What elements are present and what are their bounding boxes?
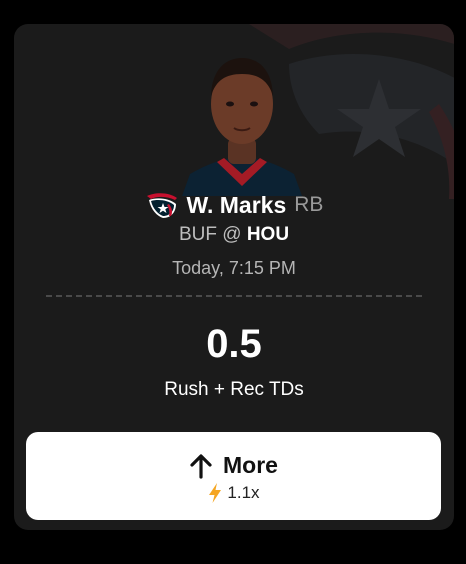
lightning-bolt-icon bbox=[209, 483, 222, 503]
multiplier-row: 1.1x bbox=[26, 482, 441, 504]
player-name: W. Marks bbox=[186, 191, 287, 218]
projection-line: 0.5 bbox=[206, 322, 262, 366]
player-headshot bbox=[182, 58, 302, 196]
away-team: BUF bbox=[178, 224, 217, 245]
stat-type: Rush + Rec TDs bbox=[164, 379, 304, 400]
matchup-separator: @ bbox=[222, 224, 242, 245]
player-info-row: W. Marks RB bbox=[14, 188, 454, 222]
arrow-up-icon bbox=[190, 453, 212, 479]
game-time: Today, 7:15 PM bbox=[172, 258, 296, 278]
home-team: HOU bbox=[246, 224, 290, 245]
dashed-divider bbox=[46, 295, 422, 297]
player-position: RB bbox=[294, 193, 324, 216]
projection-card[interactable]: W. Marks RB BUF @ HOU Today, 7:15 PM 0.5… bbox=[14, 24, 454, 530]
more-button[interactable]: More 1.1x bbox=[26, 432, 441, 520]
more-row: More bbox=[26, 452, 441, 479]
more-label: More bbox=[223, 452, 278, 478]
game-matchup: BUF @ HOU bbox=[14, 224, 454, 246]
houston-texans-logo-icon bbox=[146, 193, 177, 218]
multiplier-value: 1.1x bbox=[227, 483, 260, 502]
